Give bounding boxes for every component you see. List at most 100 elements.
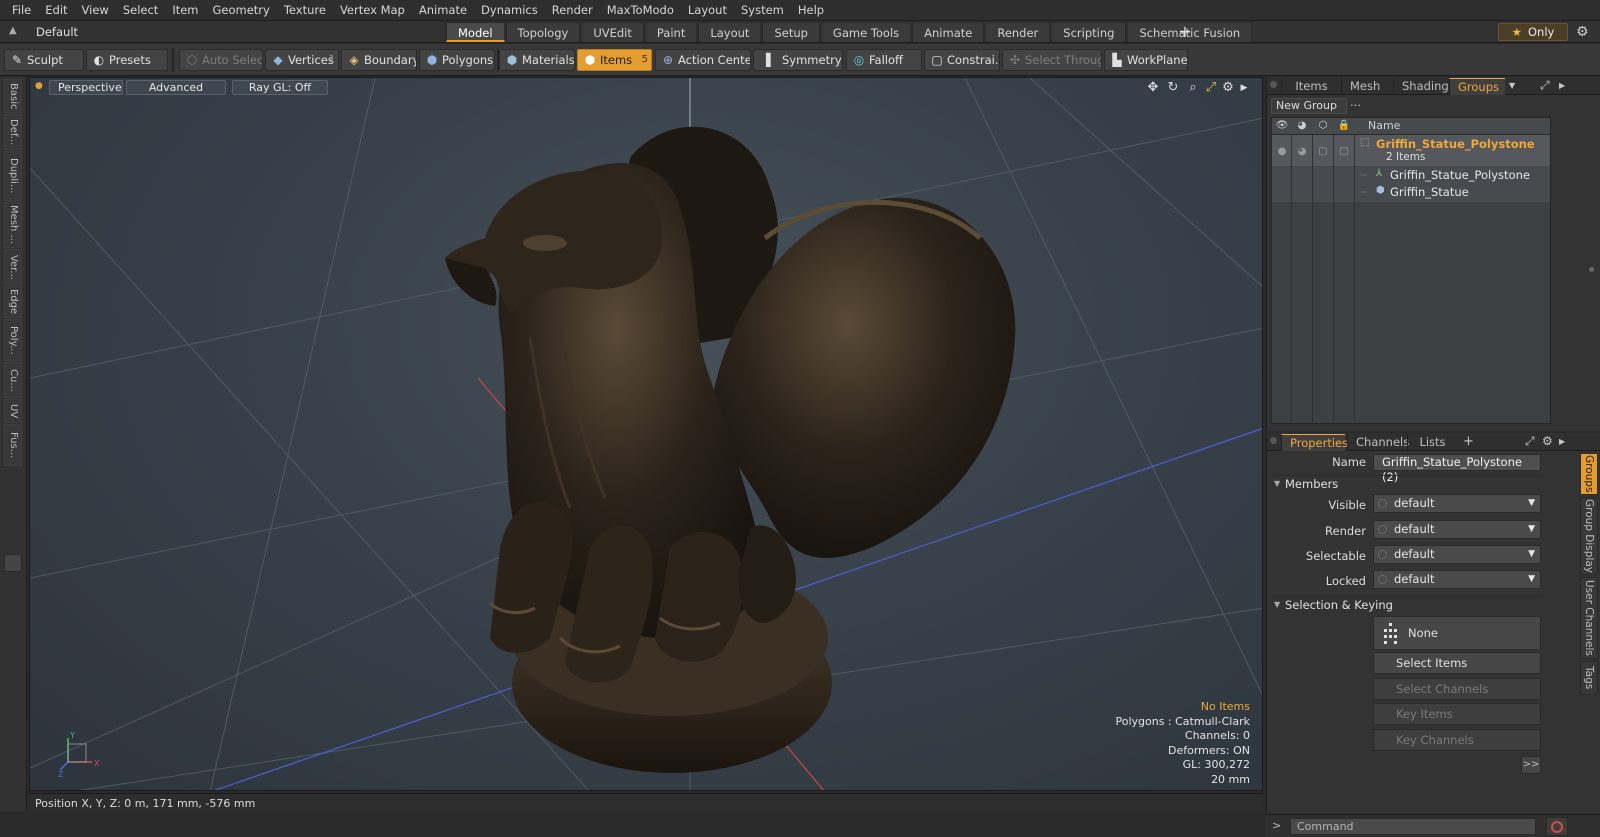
rotate-icon[interactable]: ↻ <box>1165 81 1181 95</box>
presets-button[interactable]: ◐ Presets <box>86 49 168 71</box>
viewport-gear-icon[interactable]: ⚙ <box>1220 81 1236 95</box>
vtab-user-channels[interactable]: User Channels <box>1580 577 1598 659</box>
row-render-icon[interactable]: ◕ <box>1292 146 1312 157</box>
menu-help[interactable]: Help <box>791 0 831 21</box>
tab-render[interactable]: Render <box>985 22 1051 42</box>
griffin-statue-model[interactable] <box>30 78 1263 791</box>
raygl-button[interactable]: Ray GL: Off <box>232 80 328 95</box>
tab-topology[interactable]: Topology <box>505 22 581 42</box>
layout-menu-icon[interactable]: ▲ <box>9 25 17 36</box>
row-select-icon[interactable]: ▢ <box>1313 146 1333 157</box>
tab-groups[interactable]: Groups <box>1449 78 1505 95</box>
tab-shading[interactable]: Shading <box>1393 78 1449 95</box>
left-tab-basic[interactable]: Basic <box>4 79 22 113</box>
tab-layout[interactable]: Layout <box>698 22 762 42</box>
menu-dynamics[interactable]: Dynamics <box>474 0 545 21</box>
keyframe-ring-icon[interactable] <box>1378 550 1387 559</box>
left-tab-edge[interactable]: Edge <box>4 286 22 318</box>
key-items-button[interactable]: Key Items <box>1373 703 1541 725</box>
chevron-down-icon[interactable]: ▼ <box>1509 77 1515 94</box>
group-row[interactable]: ⬚ Griffin_Statue_Polystone <box>1356 137 1550 151</box>
tab-uvedit[interactable]: UVEdit <box>581 22 644 42</box>
panel-menu-dot-icon[interactable] <box>1270 81 1277 88</box>
menu-layout[interactable]: Layout <box>681 0 734 21</box>
left-tab-polygon[interactable]: Poly... <box>4 319 22 361</box>
menu-system[interactable]: System <box>734 0 791 21</box>
locked-select[interactable]: default ▼ <box>1373 570 1541 589</box>
zoom-icon[interactable]: ⌕ <box>1185 81 1201 95</box>
left-panel-toggle[interactable] <box>4 554 22 572</box>
sculpt-button[interactable]: ✎ Sculpt <box>4 49 84 71</box>
menu-maxtomodo[interactable]: MaxToModo <box>600 0 681 21</box>
left-tab-uv[interactable]: UV <box>4 399 22 423</box>
command-input[interactable] <box>1290 818 1536 835</box>
more-button[interactable]: >> <box>1521 756 1541 774</box>
select-through-button[interactable]: ✣ Select Through <box>1002 49 1102 71</box>
group-name-field[interactable]: Griffin_Statue_Polystone (2) <box>1373 454 1541 484</box>
expand-arrow-icon[interactable]: ▶ <box>1559 77 1565 94</box>
keyframe-ring-icon[interactable] <box>1378 575 1387 584</box>
expand-arrow-icon[interactable]: ▶ <box>1236 81 1252 95</box>
menu-render[interactable]: Render <box>545 0 600 21</box>
row-eye-icon[interactable]: ● <box>1272 146 1292 157</box>
tab-lists[interactable]: Lists <box>1407 434 1457 451</box>
selection-keying-section-header[interactable]: ▼ Selection & Keying <box>1271 596 1543 612</box>
tab-items[interactable]: Items <box>1281 78 1341 95</box>
vtab-tags[interactable]: Tags <box>1580 661 1598 695</box>
pan-icon[interactable]: ✥ <box>1145 81 1161 95</box>
tab-setup[interactable]: Setup <box>762 22 820 42</box>
workplane-button[interactable]: ▙ WorkPlane <box>1104 49 1188 71</box>
select-icon[interactable]: ⬡ <box>1313 120 1333 131</box>
action-center-button[interactable]: ⊕ Action Center <box>655 49 751 71</box>
key-channels-button[interactable]: Key Channels <box>1373 729 1541 751</box>
items-button[interactable]: ⬢ Items 5 <box>577 49 652 71</box>
select-channels-button[interactable]: Select Channels <box>1373 678 1541 700</box>
command-history-button[interactable] <box>1546 817 1568 836</box>
falloff-button[interactable]: ◎ Falloff <box>846 49 922 71</box>
left-tab-vertex[interactable]: Ver... <box>4 249 22 285</box>
render-icon[interactable]: ◕ <box>1292 120 1312 131</box>
3d-viewport[interactable]: ● Perspective Advanced Ray GL: Off ✥ ↻ ⌕… <box>29 77 1263 791</box>
row-lock-icon[interactable]: ▢ <box>1334 146 1354 157</box>
tab-scripting[interactable]: Scripting <box>1051 22 1127 42</box>
keyframe-ring-icon[interactable] <box>1378 525 1387 534</box>
auto-select-button[interactable]: ⬡ Auto Select <box>179 49 263 71</box>
tab-paint[interactable]: Paint <box>644 22 698 42</box>
left-tab-curve[interactable]: Cu... <box>4 362 22 398</box>
left-tab-duplicate[interactable]: Dupli... <box>4 151 22 201</box>
menu-edit[interactable]: Edit <box>38 0 74 21</box>
menu-item[interactable]: Item <box>165 0 205 21</box>
tab-mesh[interactable]: Mesh ... <box>1341 78 1393 109</box>
render-select[interactable]: default ▼ <box>1373 520 1541 539</box>
add-tab-icon[interactable]: + <box>1175 22 1195 42</box>
gear-icon[interactable]: ⚙ <box>1542 433 1553 450</box>
constraints-button[interactable]: ▢ Constrai... <box>924 49 1000 71</box>
list-item[interactable]: ┈ ⅄ Griffin_Statue_Polystone <box>1356 168 1550 182</box>
list-item[interactable]: ┈ ⬢ Griffin_Statue <box>1356 185 1550 199</box>
members-section-header[interactable]: ▼ Members <box>1271 475 1543 491</box>
visible-select[interactable]: default ▼ <box>1373 494 1541 513</box>
tab-channels[interactable]: Channels <box>1347 434 1409 451</box>
tab-properties[interactable]: Properties <box>1281 434 1348 451</box>
left-tab-mesh[interactable]: Mesh ... <box>4 202 22 248</box>
advanced-button[interactable]: Advanced <box>126 80 226 95</box>
layout-selector[interactable]: Default Layouts▼ <box>36 22 136 59</box>
maximize-icon[interactable]: ⤢ <box>1525 433 1535 450</box>
groups-scrollbar[interactable] <box>1587 117 1596 424</box>
tab-game-tools[interactable]: Game Tools <box>820 22 912 42</box>
lock-icon[interactable]: 🔒 <box>1334 120 1354 131</box>
selectable-select[interactable]: default ▼ <box>1373 545 1541 564</box>
add-tab-icon[interactable]: + <box>1463 433 1474 450</box>
menu-select[interactable]: Select <box>116 0 165 21</box>
name-column-header[interactable]: Name <box>1368 119 1400 132</box>
keyframe-ring-icon[interactable] <box>1378 499 1387 508</box>
panel-menu-dot-icon[interactable] <box>1270 437 1277 444</box>
eye-icon[interactable]: 👁 <box>1272 120 1292 131</box>
vtab-group-display[interactable]: Group Display <box>1580 497 1598 575</box>
new-group-button[interactable]: New Group <box>1271 98 1347 114</box>
tab-model[interactable]: Model <box>446 22 505 42</box>
polygons-button[interactable]: ⬢ Polygons <box>419 49 495 71</box>
only-toggle[interactable]: ★ Only <box>1498 23 1568 41</box>
perspective-button[interactable]: Perspective <box>49 80 123 95</box>
select-items-button[interactable]: Select Items <box>1373 652 1541 674</box>
